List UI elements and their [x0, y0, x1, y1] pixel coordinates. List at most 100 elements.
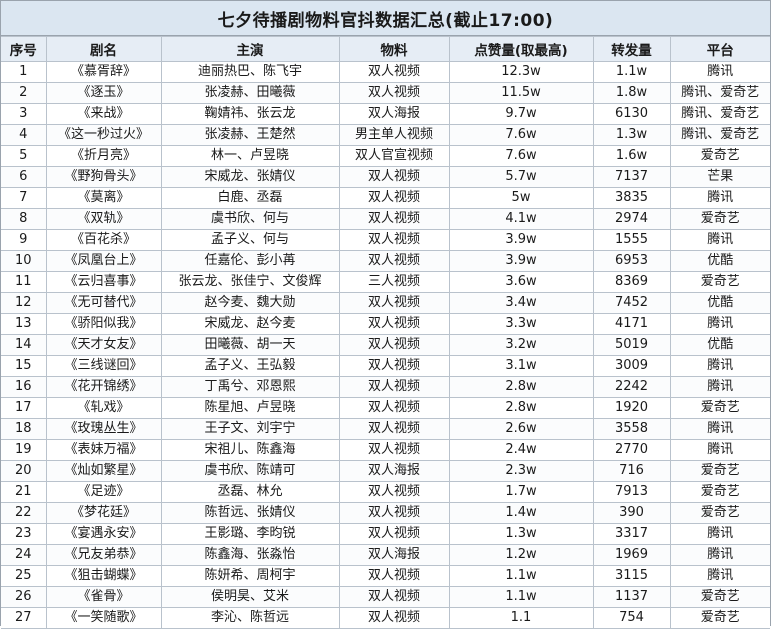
- header-shares: 转发量: [592, 36, 671, 62]
- drama-name-cell: 《一笑随歌》: [45, 607, 162, 629]
- likes-cell: 11.5w: [448, 82, 594, 104]
- index-cell: 5: [1, 145, 47, 167]
- likes-cell: 1.7w: [448, 481, 594, 503]
- index-cell: 24: [1, 544, 47, 566]
- material-cell: 双人视频: [338, 292, 450, 314]
- likes-cell: 1.1: [448, 607, 594, 629]
- lead-actors-cell: 宋威龙、赵今麦: [160, 313, 340, 335]
- material-cell: 双人视频: [338, 82, 450, 104]
- shares-cell: 7452: [592, 292, 671, 314]
- index-cell: 18: [1, 418, 47, 440]
- shares-cell: 7913: [592, 481, 671, 503]
- table-row: 24 《兄友弟恭》 陈鑫海、张淼怡 双人海报 1.2w 1969 腾讯: [1, 544, 770, 566]
- table-body: 1 《慕胥辞》 迪丽热巴、陈飞宇 双人视频 12.3w 1.1w 腾讯 2 《逐玉》 张凌赫、田曦…: [1, 61, 770, 629]
- material-cell: 双人视频: [338, 565, 450, 587]
- index-cell: 20: [1, 460, 47, 482]
- shares-cell: 1920: [592, 397, 671, 419]
- table-row: 11 《云归喜事》 张云龙、张佳宁、文俊辉 三人视频 3.6w 8369 爱奇艺: [1, 271, 770, 293]
- shares-cell: 6953: [592, 250, 671, 272]
- index-cell: 10: [1, 250, 47, 272]
- likes-cell: 2.8w: [448, 376, 594, 398]
- lead-actors-cell: 田曦薇、胡一天: [160, 334, 340, 356]
- table-row: 13 《骄阳似我》 宋威龙、赵今麦 双人视频 3.3w 4171 腾讯: [1, 313, 770, 335]
- drama-name-cell: 《雀骨》: [45, 586, 162, 608]
- table-row: 25 《狙击蝴蝶》 陈妍希、周柯宇 双人视频 1.1w 3115 腾讯: [1, 565, 770, 587]
- drama-name-cell: 《来战》: [45, 103, 162, 125]
- lead-actors-cell: 陈妍希、周柯宇: [160, 565, 340, 587]
- table-row: 12 《无可替代》 赵今麦、魏大勋 双人视频 3.4w 7452 优酷: [1, 292, 770, 314]
- lead-actors-cell: 陈哲远、张婧仪: [160, 502, 340, 524]
- likes-cell: 1.2w: [448, 544, 594, 566]
- lead-actors-cell: 丞磊、林允: [160, 481, 340, 503]
- table-row: 7 《莫离》 白鹿、丞磊 双人视频 5w 3835 腾讯: [1, 187, 770, 209]
- drama-name-cell: 《无可替代》: [45, 292, 162, 314]
- likes-cell: 2.8w: [448, 397, 594, 419]
- lead-actors-cell: 张云龙、张佳宁、文俊辉: [160, 271, 340, 293]
- likes-cell: 7.6w: [448, 124, 594, 146]
- index-cell: 21: [1, 481, 47, 503]
- lead-actors-cell: 鞠婧祎、张云龙: [160, 103, 340, 125]
- material-cell: 双人视频: [338, 586, 450, 608]
- index-cell: 15: [1, 355, 47, 377]
- lead-actors-cell: 陈星旭、卢昱晓: [160, 397, 340, 419]
- material-cell: 双人视频: [338, 502, 450, 524]
- platform-cell: 爱奇艺: [669, 607, 770, 629]
- table-row: 20 《灿如繁星》 虞书欣、陈靖可 双人海报 2.3w 716 爱奇艺: [1, 460, 770, 482]
- header-row: 序号 剧名 主演 物料 点赞量(取最高) 转发量 平台: [1, 36, 770, 62]
- platform-cell: 爱奇艺: [669, 397, 770, 419]
- table-row: 3 《来战》 鞠婧祎、张云龙 双人海报 9.7w 6130 腾讯、爱奇艺: [1, 103, 770, 125]
- drama-name-cell: 《梦花廷》: [45, 502, 162, 524]
- shares-cell: 1.1w: [592, 61, 671, 83]
- platform-cell: 腾讯: [669, 544, 770, 566]
- drama-name-cell: 《天才女友》: [45, 334, 162, 356]
- material-cell: 双人海报: [338, 103, 450, 125]
- material-cell: 双人视频: [338, 355, 450, 377]
- shares-cell: 7137: [592, 166, 671, 188]
- material-cell: 双人视频: [338, 439, 450, 461]
- likes-cell: 3.9w: [448, 229, 594, 251]
- shares-cell: 3115: [592, 565, 671, 587]
- lead-actors-cell: 虞书欣、何与: [160, 208, 340, 230]
- data-summary-sheet: 七夕待播剧物料官抖数据汇总(截止17:00) 序号 剧名 主演 物料 点赞量(取…: [0, 0, 771, 629]
- table-row: 8 《双轨》 虞书欣、何与 双人视频 4.1w 2974 爱奇艺: [1, 208, 770, 230]
- index-cell: 14: [1, 334, 47, 356]
- table-row: 9 《百花杀》 孟子义、何与 双人视频 3.9w 1555 腾讯: [1, 229, 770, 251]
- likes-cell: 2.3w: [448, 460, 594, 482]
- material-cell: 双人视频: [338, 313, 450, 335]
- likes-cell: 7.6w: [448, 145, 594, 167]
- drama-name-cell: 《狙击蝴蝶》: [45, 565, 162, 587]
- platform-cell: 爱奇艺: [669, 460, 770, 482]
- index-cell: 4: [1, 124, 47, 146]
- platform-cell: 爱奇艺: [669, 481, 770, 503]
- platform-cell: 优酷: [669, 250, 770, 272]
- likes-cell: 2.6w: [448, 418, 594, 440]
- index-cell: 2: [1, 82, 47, 104]
- shares-cell: 1555: [592, 229, 671, 251]
- shares-cell: 716: [592, 460, 671, 482]
- index-cell: 8: [1, 208, 47, 230]
- header-likes: 点赞量(取最高): [448, 36, 594, 62]
- platform-cell: 芒果: [669, 166, 770, 188]
- sheet-title: 七夕待播剧物料官抖数据汇总(截止17:00): [1, 1, 770, 36]
- shares-cell: 4171: [592, 313, 671, 335]
- lead-actors-cell: 林一、卢昱晓: [160, 145, 340, 167]
- material-cell: 双人视频: [338, 187, 450, 209]
- drama-name-cell: 《野狗骨头》: [45, 166, 162, 188]
- material-cell: 双人视频: [338, 418, 450, 440]
- index-cell: 22: [1, 502, 47, 524]
- material-cell: 双人海报: [338, 460, 450, 482]
- drama-name-cell: 《宴遇永安》: [45, 523, 162, 545]
- material-cell: 双人视频: [338, 376, 450, 398]
- shares-cell: 2974: [592, 208, 671, 230]
- platform-cell: 优酷: [669, 292, 770, 314]
- material-cell: 双人视频: [338, 481, 450, 503]
- shares-cell: 1137: [592, 586, 671, 608]
- platform-cell: 爱奇艺: [669, 208, 770, 230]
- material-cell: 双人视频: [338, 397, 450, 419]
- index-cell: 26: [1, 586, 47, 608]
- lead-actors-cell: 侯明昊、艾米: [160, 586, 340, 608]
- likes-cell: 3.2w: [448, 334, 594, 356]
- lead-actors-cell: 孟子义、何与: [160, 229, 340, 251]
- shares-cell: 2242: [592, 376, 671, 398]
- shares-cell: 1.3w: [592, 124, 671, 146]
